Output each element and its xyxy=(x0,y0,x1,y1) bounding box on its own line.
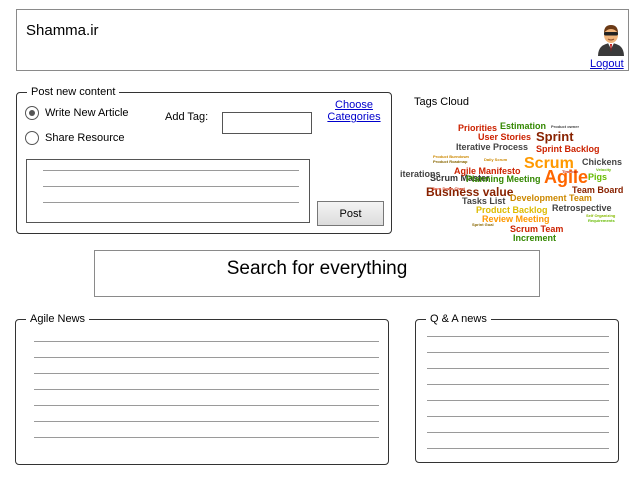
write-article-option[interactable]: Write New Article xyxy=(25,106,129,120)
tag-link[interactable]: Burn Down Chart xyxy=(432,186,466,191)
user-avatar-icon[interactable] xyxy=(595,22,627,56)
agile-news-panel: Agile News xyxy=(15,312,389,465)
tag-link[interactable]: Velocity xyxy=(596,167,612,172)
share-resource-option[interactable]: Share Resource xyxy=(25,131,125,145)
tag-link[interactable]: Product Roadmap xyxy=(433,159,468,164)
tag-link[interactable]: Retrospective xyxy=(552,203,612,213)
radio-share-resource[interactable] xyxy=(25,131,39,145)
tag-link[interactable]: Requirements xyxy=(588,218,615,223)
post-new-content-panel: Post new content Write New Article Share… xyxy=(16,85,392,234)
qa-news-list xyxy=(427,320,609,462)
logout-link[interactable]: Logout xyxy=(590,58,624,70)
agile-news-list xyxy=(34,320,379,464)
post-panel-title: Post new content xyxy=(27,85,120,99)
write-article-label: Write New Article xyxy=(45,107,129,119)
tag-link[interactable]: User Stories xyxy=(478,132,531,142)
site-name[interactable]: Shamma.ir xyxy=(26,22,99,39)
choose-categories-link[interactable]: Choose Categories xyxy=(323,99,385,123)
tag-link[interactable]: Iterative Process xyxy=(456,142,528,152)
tag-link[interactable]: Chickens xyxy=(582,157,622,167)
tag-link[interactable]: Timebox xyxy=(562,169,579,174)
tag-link[interactable]: Pigs xyxy=(588,172,607,182)
add-tag-input[interactable] xyxy=(222,112,312,134)
add-tag-label: Add Tag: xyxy=(165,111,209,123)
post-button[interactable]: Post xyxy=(317,201,384,226)
tag-link[interactable]: Daily Scrum xyxy=(484,157,508,162)
qa-news-panel: Q & A news xyxy=(415,312,619,463)
search-box[interactable]: Search for everything xyxy=(94,250,540,297)
post-content-textarea[interactable] xyxy=(26,159,310,223)
share-resource-label: Share Resource xyxy=(45,132,125,144)
tag-link[interactable]: Development Team xyxy=(510,193,592,203)
search-placeholder: Search for everything xyxy=(226,258,408,279)
tag-link[interactable]: Sprint Goal xyxy=(472,222,494,227)
tag-link[interactable]: Planning Meeting xyxy=(466,174,541,184)
tag-link[interactable]: iterations xyxy=(400,169,441,179)
header: Shamma.ir Logout xyxy=(16,9,629,71)
tag-link[interactable]: Sprint Backlog xyxy=(536,144,600,154)
tag-link[interactable]: Increment xyxy=(513,233,556,243)
tag-cloud: Priorities Estimation Product ownerUser St… xyxy=(400,121,623,243)
tag-link[interactable]: Sprint xyxy=(536,129,574,144)
categories-label[interactable]: Categories xyxy=(323,111,385,123)
choose-label[interactable]: Choose xyxy=(323,99,385,111)
tags-cloud-title: Tags Cloud xyxy=(414,96,470,108)
radio-write-article[interactable] xyxy=(25,106,39,120)
